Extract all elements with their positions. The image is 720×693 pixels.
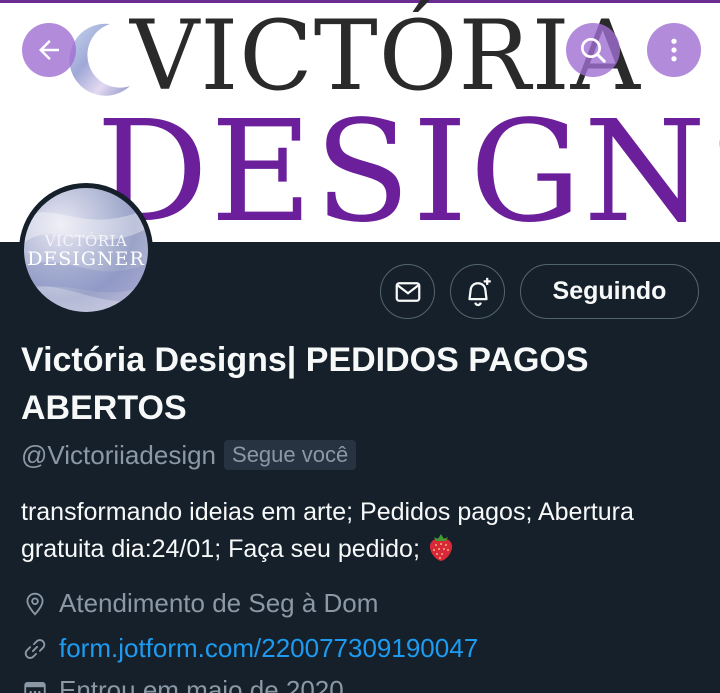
banner-title-line2: DESIGNS <box>96 91 720 243</box>
notifications-button[interactable] <box>450 264 505 319</box>
link-icon <box>21 635 49 663</box>
location-row: Atendimento de Seg à Dom <box>21 588 378 619</box>
website-link[interactable]: form.jotform.com/220077309190047 <box>59 633 478 664</box>
bio-text: transformando ideias em arte; Pedidos pa… <box>21 498 634 563</box>
arrow-left-icon <box>39 40 59 60</box>
following-button[interactable]: Seguindo <box>520 264 699 319</box>
calendar-icon <box>21 677 49 693</box>
website-row: form.jotform.com/220077309190047 <box>21 633 478 664</box>
search-icon <box>581 38 606 63</box>
location-text: Atendimento de Seg à Dom <box>59 588 379 618</box>
envelope-icon <box>395 281 420 302</box>
user-handle: @Victoriiadesign <box>21 439 217 470</box>
follows-you-badge: Segue você <box>224 440 357 470</box>
avatar[interactable]: VICTÓRIA DESIGNER <box>19 183 153 317</box>
display-name: Victória Designs| PEDIDOS PAGOS ABERTOS <box>21 341 589 427</box>
avatar-text-line2: DESIGNER <box>27 248 145 270</box>
more-vertical-icon <box>671 38 677 62</box>
back-button[interactable] <box>22 23 76 77</box>
more-options-button[interactable] <box>647 23 701 77</box>
avatar-image: VICTÓRIA DESIGNER <box>24 188 148 312</box>
search-button[interactable] <box>566 23 620 77</box>
handle-row: @Victoriiadesign Segue você <box>21 438 357 472</box>
profile-bio: transformando ideias em arte; Pedidos pa… <box>21 494 711 567</box>
joined-row: Entrou em maio de 2020 <box>21 675 344 693</box>
location-pin-icon <box>21 590 49 618</box>
strawberry-emoji <box>429 534 453 561</box>
message-button[interactable] <box>380 264 435 319</box>
joined-text: Entrou em maio de 2020 <box>59 675 344 693</box>
bell-plus-icon <box>467 277 491 306</box>
